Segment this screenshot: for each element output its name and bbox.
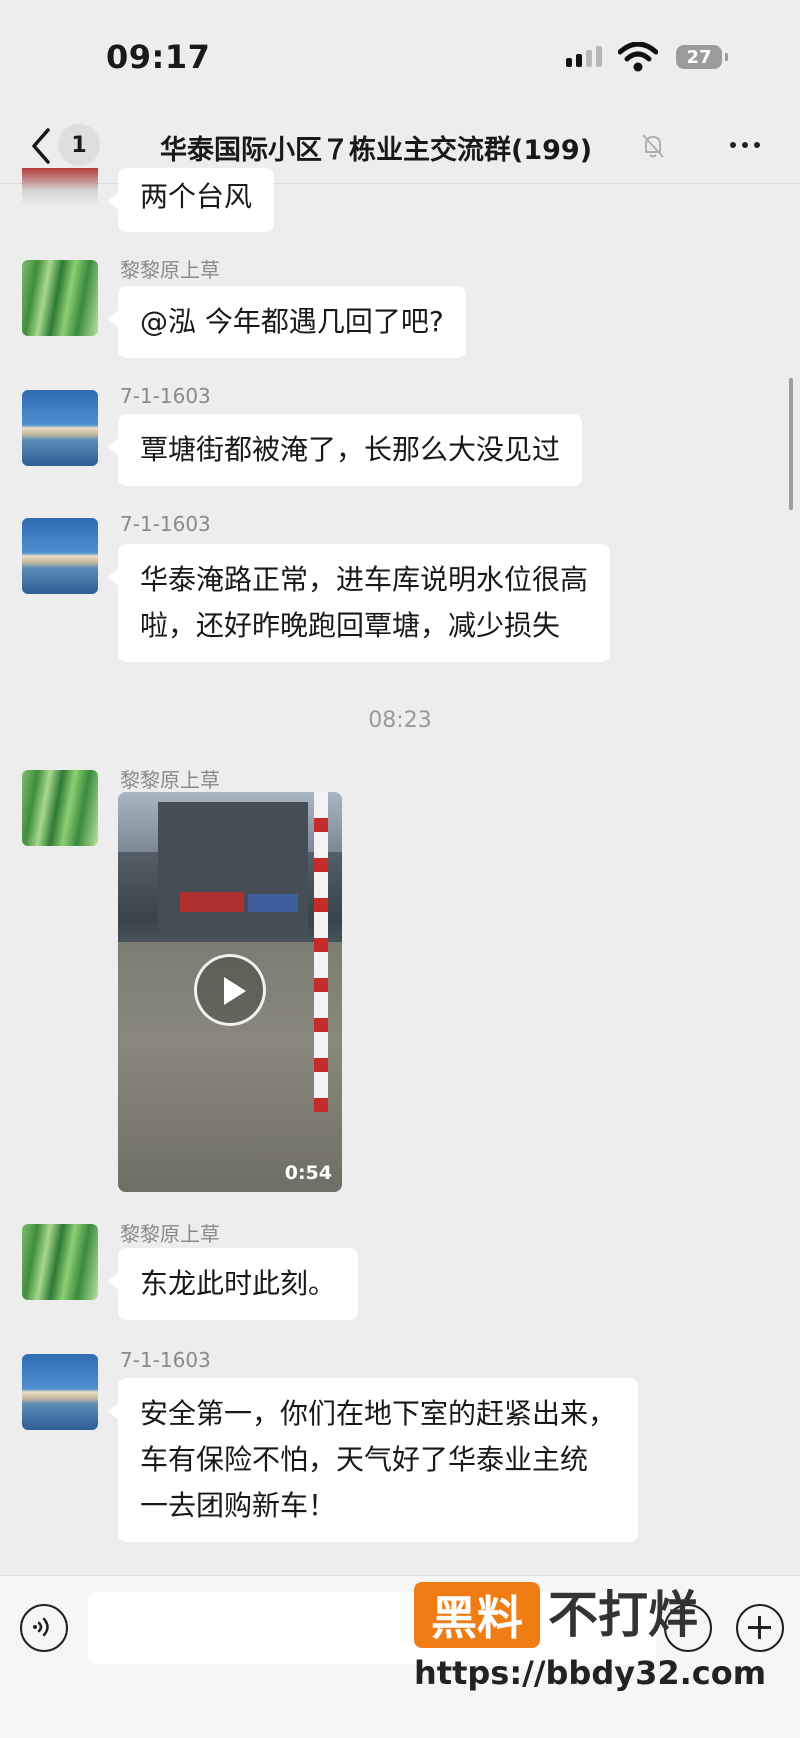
unread-count-badge[interactable]: 1 <box>58 124 100 166</box>
message-text-line: 车有保险不怕，天气好了华泰业主统 <box>140 1443 589 1476</box>
message-bubble[interactable]: 两个台风 <box>107 168 275 232</box>
scrollbar[interactable] <box>789 378 793 510</box>
wifi-icon <box>618 42 658 72</box>
avatar[interactable] <box>22 770 98 846</box>
watermark-text: 不打烊 <box>548 1586 698 1644</box>
chevron-left-icon[interactable] <box>24 124 60 168</box>
sender-name: 7-1-1603 <box>120 512 211 536</box>
voice-icon[interactable] <box>20 1604 68 1652</box>
message-bubble[interactable]: 东龙此时此刻。 <box>107 1248 359 1320</box>
time-divider: 08:23 <box>368 708 432 733</box>
message-bubble[interactable]: 安全第一，你们在地下室的赶紧出来， 车有保险不怕，天气好了华泰业主统 一去团购新… <box>107 1378 639 1542</box>
battery-indicator: 27 <box>676 45 728 69</box>
message-text-line: 啦，还好昨晚跑回覃塘，减少损失 <box>140 609 561 642</box>
watermark: 黑料 不打烊 https://bbdy32.com <box>414 1582 774 1702</box>
message-text: 东龙此时此刻。 <box>140 1267 337 1300</box>
sender-name: 7-1-1603 <box>120 1348 211 1372</box>
video-duration: 0:54 <box>284 1162 332 1184</box>
avatar[interactable] <box>22 390 98 466</box>
message-text: @泓 今年都遇几回了吧? <box>140 305 444 338</box>
status-time: 09:17 <box>106 38 211 76</box>
chat-title[interactable]: 华泰国际小区７栋业主交流群(199) <box>160 128 592 167</box>
message-text-line: 华泰淹路正常，进车库说明水位很高 <box>140 563 589 596</box>
message-text-line: 一去团购新车！ <box>140 1489 337 1522</box>
message-bubble[interactable]: 覃塘街都被淹了，长那么大没见过 <box>107 414 583 486</box>
watermark-logo: 黑料 <box>414 1582 540 1648</box>
avatar[interactable] <box>22 1224 98 1300</box>
sender-name: 7-1-1603 <box>120 384 211 408</box>
avatar[interactable] <box>22 518 98 594</box>
more-dots-icon[interactable] <box>730 142 760 148</box>
sender-name: 黎黎原上草 <box>120 258 220 282</box>
message-text: 覃塘街都被淹了，长那么大没见过 <box>140 433 561 466</box>
sender-name: 黎黎原上草 <box>120 1222 220 1246</box>
video-message[interactable]: 0:54 <box>118 792 342 1192</box>
message-bubble[interactable]: @泓 今年都遇几回了吧? <box>108 286 466 358</box>
watermark-url: https://bbdy32.com <box>414 1654 767 1692</box>
avatar[interactable] <box>22 260 98 336</box>
message-bubble[interactable]: 华泰淹路正常，进车库说明水位很高 啦，还好昨晚跑回覃塘，减少损失 <box>107 544 611 662</box>
cellular-signal-icon <box>566 46 602 67</box>
avatar[interactable] <box>22 168 98 206</box>
message-text: 两个台风 <box>140 180 253 213</box>
message-text-line: 安全第一，你们在地下室的赶紧出来， <box>140 1397 617 1430</box>
play-icon[interactable] <box>194 954 266 1026</box>
status-bar: 09:17 27 <box>0 0 800 110</box>
bell-off-icon <box>642 134 664 158</box>
sender-name: 黎黎原上草 <box>120 768 220 792</box>
avatar[interactable] <box>22 1354 98 1430</box>
